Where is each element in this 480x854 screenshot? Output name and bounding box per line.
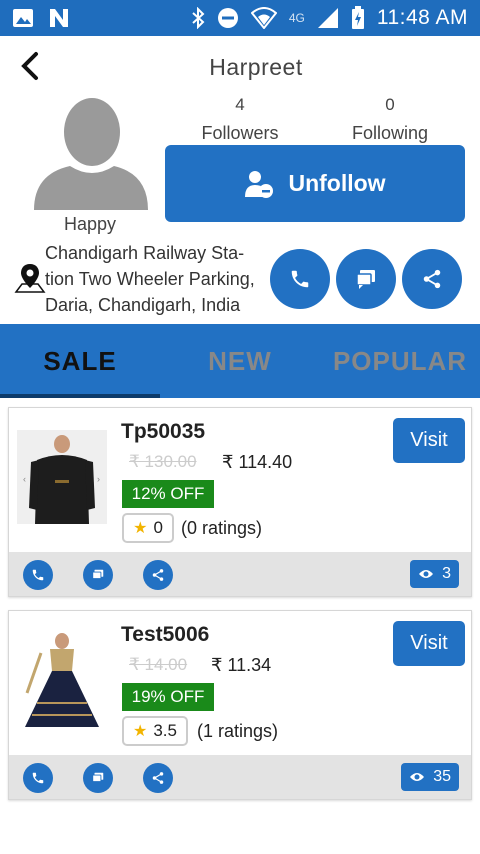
card-share-button[interactable]: [143, 763, 173, 793]
product-tabs: SALE NEW POPULAR: [0, 324, 480, 398]
product-name: Test5006: [121, 623, 210, 646]
tab-sale[interactable]: SALE: [0, 324, 160, 398]
rating-box: ★ 0: [122, 513, 174, 543]
ratings-count: (1 ratings): [197, 721, 279, 741]
product-mrp: ₹ 14.00: [129, 655, 188, 674]
followers-stat[interactable]: 4 Followers: [165, 95, 315, 144]
star-icon: ★: [133, 723, 148, 740]
card-call-button[interactable]: [23, 763, 53, 793]
rating-value: 0: [153, 518, 163, 537]
address-line: Daria, Chandigarh, India: [45, 295, 241, 315]
discount-badge: 12% OFF: [122, 480, 214, 508]
product-price: ₹ 114.40: [222, 452, 293, 472]
chat-icon: [356, 270, 375, 289]
phone-icon: [32, 772, 44, 784]
views-badge: 3: [410, 560, 459, 588]
following-stat[interactable]: 0 Following: [315, 95, 465, 144]
address-line: Chandigarh Railway Sta-: [45, 243, 245, 263]
profile-status: Happy: [63, 214, 117, 234]
phone-icon: [32, 569, 44, 581]
product-card[interactable]: ‹ › Tp50035 ₹ 130.00 ₹ 114.40 12% OFF ★ …: [8, 407, 472, 597]
address-line: tion Two Wheeler Parking,: [45, 269, 255, 289]
share-icon: [152, 772, 164, 784]
star-icon: ★: [133, 520, 148, 537]
network-label: 4G: [288, 11, 305, 25]
rating-value: 3.5: [153, 721, 177, 740]
tab-popular[interactable]: POPULAR: [320, 324, 480, 398]
visit-button[interactable]: Visit: [393, 621, 465, 666]
following-label: Following: [351, 123, 429, 143]
card-chat-button[interactable]: [83, 763, 113, 793]
chat-button[interactable]: [336, 249, 396, 309]
ratings-count: (0 ratings): [181, 518, 263, 538]
share-icon: [152, 569, 164, 581]
views-count: 3: [442, 565, 451, 582]
svg-text:›: ›: [97, 474, 100, 484]
share-icon: [423, 269, 441, 289]
remove-user-icon: [245, 170, 274, 198]
call-button[interactable]: [270, 249, 330, 309]
following-count: 0: [385, 95, 395, 114]
phone-icon: [291, 270, 309, 288]
rating-box: ★ 3.5: [122, 716, 188, 746]
followers-label: Followers: [201, 123, 279, 143]
bluetooth-icon: [192, 7, 205, 29]
views-badge: 35: [401, 763, 459, 791]
product-name: Tp50035: [121, 420, 206, 443]
chat-icon: [92, 569, 104, 579]
visit-button[interactable]: Visit: [393, 418, 465, 463]
eye-icon: [410, 773, 425, 781]
product-image: ‹ ›: [17, 430, 107, 524]
address: Chandigarh Railway Sta- tion Two Wheeler…: [45, 240, 270, 318]
product-price: ₹ 11.34: [211, 655, 272, 675]
product-mrp: ₹ 130.00: [129, 452, 197, 471]
card-share-button[interactable]: [143, 560, 173, 590]
product-card[interactable]: Test5006 ₹ 14.00 ₹ 11.34 19% OFF ★ 3.5 (…: [8, 610, 472, 800]
page-title: Harpreet: [209, 54, 303, 80]
battery-icon: [351, 6, 364, 29]
gallery-icon: [13, 9, 33, 27]
avatar: [34, 98, 148, 210]
clock: 11:48 AM: [376, 6, 468, 29]
eye-icon: [419, 570, 434, 578]
chat-icon: [92, 772, 104, 782]
share-button[interactable]: [402, 249, 462, 309]
views-count: 35: [433, 768, 451, 785]
card-action-bar: 35: [9, 755, 471, 799]
card-call-button[interactable]: [23, 560, 53, 590]
n-logo-icon: [50, 9, 68, 27]
signal-icon: [317, 8, 338, 28]
tab-new[interactable]: NEW: [160, 324, 320, 398]
do-not-disturb-icon: [217, 8, 238, 28]
followers-count: 4: [235, 95, 245, 114]
discount-badge: 19% OFF: [122, 683, 214, 711]
status-bar: 4G 11:48 AM: [0, 0, 480, 36]
wifi-icon: [250, 7, 277, 29]
product-image: [17, 633, 107, 727]
location-pin-icon: [14, 264, 46, 293]
svg-text:‹: ‹: [23, 474, 26, 484]
unfollow-button[interactable]: Unfollow: [165, 145, 465, 222]
card-chat-button[interactable]: [83, 560, 113, 590]
unfollow-label: Unfollow: [288, 170, 386, 196]
card-action-bar: 3: [9, 552, 471, 596]
